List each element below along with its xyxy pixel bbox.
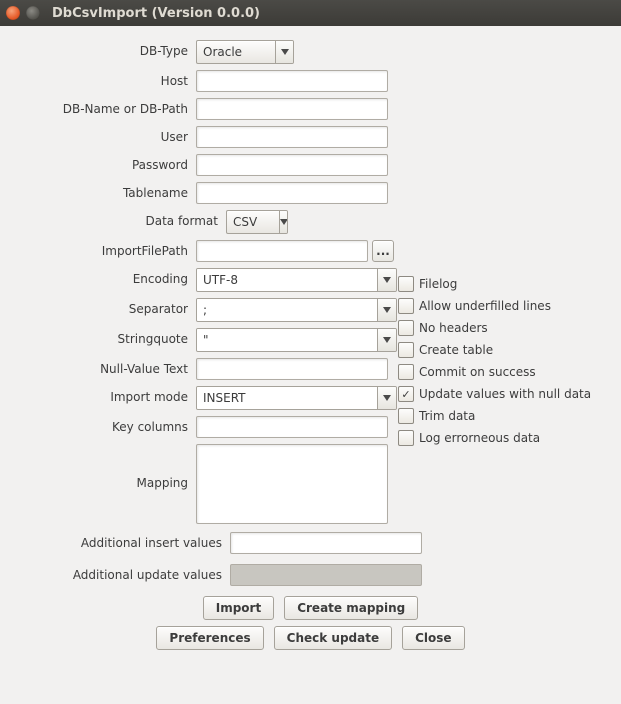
check-label: Log errorneous data [419, 431, 540, 445]
import-mode-value: INSERT [197, 387, 377, 409]
encoding-select[interactable]: UTF-8 [196, 268, 397, 292]
check-label: Filelog [419, 277, 457, 291]
add-insert-input[interactable] [230, 532, 422, 554]
stringquote-select[interactable]: " [196, 328, 397, 352]
label-tablename: Tablename [10, 182, 196, 200]
label-db-name: DB-Name or DB-Path [10, 98, 196, 116]
action-button-row-2: Preferences Check update Close [10, 626, 611, 650]
label-password: Password [10, 154, 196, 172]
chevron-down-icon [377, 269, 396, 291]
checkbox-icon [398, 342, 414, 358]
key-columns-input[interactable] [196, 416, 388, 438]
label-import-path: ImportFilePath [10, 240, 196, 258]
label-db-type: DB-Type [10, 40, 196, 58]
label-separator: Separator [10, 298, 196, 316]
window-title: DbCsvImport (Version 0.0.0) [52, 6, 260, 21]
checkbox-icon [398, 320, 414, 336]
data-format-select[interactable]: CSV [226, 210, 288, 234]
null-value-input[interactable] [196, 358, 388, 380]
checkbox-icon [398, 276, 414, 292]
check-no-headers[interactable]: No headers [398, 320, 591, 336]
add-update-input [230, 564, 422, 586]
checkbox-icon [398, 364, 414, 380]
label-data-format: Data format [10, 210, 226, 228]
check-label: No headers [419, 321, 488, 335]
chevron-down-icon [377, 299, 396, 321]
chevron-down-icon [377, 387, 396, 409]
encoding-value: UTF-8 [197, 269, 377, 291]
tablename-input[interactable] [196, 182, 388, 204]
label-user: User [10, 126, 196, 144]
db-name-input[interactable] [196, 98, 388, 120]
checkbox-icon [398, 386, 414, 402]
check-label: Commit on success [419, 365, 536, 379]
separator-value: ; [197, 299, 377, 321]
label-key-columns: Key columns [10, 416, 196, 434]
checkbox-icon [398, 408, 414, 424]
checkbox-icon [398, 298, 414, 314]
check-commit-on-success[interactable]: Commit on success [398, 364, 591, 380]
checkbox-icon [398, 430, 414, 446]
check-label: Create table [419, 343, 493, 357]
browse-button[interactable]: ... [372, 240, 394, 262]
window-minimize-icon[interactable] [26, 6, 40, 20]
preferences-button[interactable]: Preferences [156, 626, 263, 650]
check-label: Allow underfilled lines [419, 299, 551, 313]
db-type-select[interactable]: Oracle [196, 40, 294, 64]
mapping-textarea[interactable] [196, 444, 388, 524]
user-input[interactable] [196, 126, 388, 148]
create-mapping-button[interactable]: Create mapping [284, 596, 418, 620]
label-host: Host [10, 70, 196, 88]
check-trim-data[interactable]: Trim data [398, 408, 591, 424]
check-log-erroneous[interactable]: Log errorneous data [398, 430, 591, 446]
chevron-down-icon [279, 211, 288, 233]
separator-select[interactable]: ; [196, 298, 397, 322]
label-stringquote: Stringquote [10, 328, 196, 346]
check-filelog[interactable]: Filelog [398, 276, 591, 292]
label-import-mode: Import mode [10, 386, 196, 404]
label-add-update: Additional update values [10, 564, 230, 582]
password-input[interactable] [196, 154, 388, 176]
check-label: Trim data [419, 409, 475, 423]
check-allow-underfilled[interactable]: Allow underfilled lines [398, 298, 591, 314]
import-path-input[interactable] [196, 240, 368, 262]
db-type-value: Oracle [197, 41, 275, 63]
check-update-button[interactable]: Check update [274, 626, 392, 650]
host-input[interactable] [196, 70, 388, 92]
check-update-null[interactable]: Update values with null data [398, 386, 591, 402]
window-titlebar: DbCsvImport (Version 0.0.0) [0, 0, 621, 26]
import-button[interactable]: Import [203, 596, 274, 620]
action-button-row-1: Import Create mapping [10, 596, 611, 620]
window-close-icon[interactable] [6, 6, 20, 20]
options-panel: Filelog Allow underfilled lines No heade… [398, 276, 591, 446]
check-create-table[interactable]: Create table [398, 342, 591, 358]
chevron-down-icon [275, 41, 293, 63]
check-label: Update values with null data [419, 387, 591, 401]
import-mode-select[interactable]: INSERT [196, 386, 397, 410]
label-null-value: Null-Value Text [10, 358, 196, 376]
label-add-insert: Additional insert values [10, 532, 230, 550]
label-mapping: Mapping [10, 444, 196, 490]
close-button[interactable]: Close [402, 626, 464, 650]
data-format-value: CSV [227, 211, 279, 233]
label-encoding: Encoding [10, 268, 196, 286]
stringquote-value: " [197, 329, 377, 351]
chevron-down-icon [377, 329, 396, 351]
form-area: DB-Type Oracle Host DB-Name or DB-Path U… [0, 26, 621, 660]
